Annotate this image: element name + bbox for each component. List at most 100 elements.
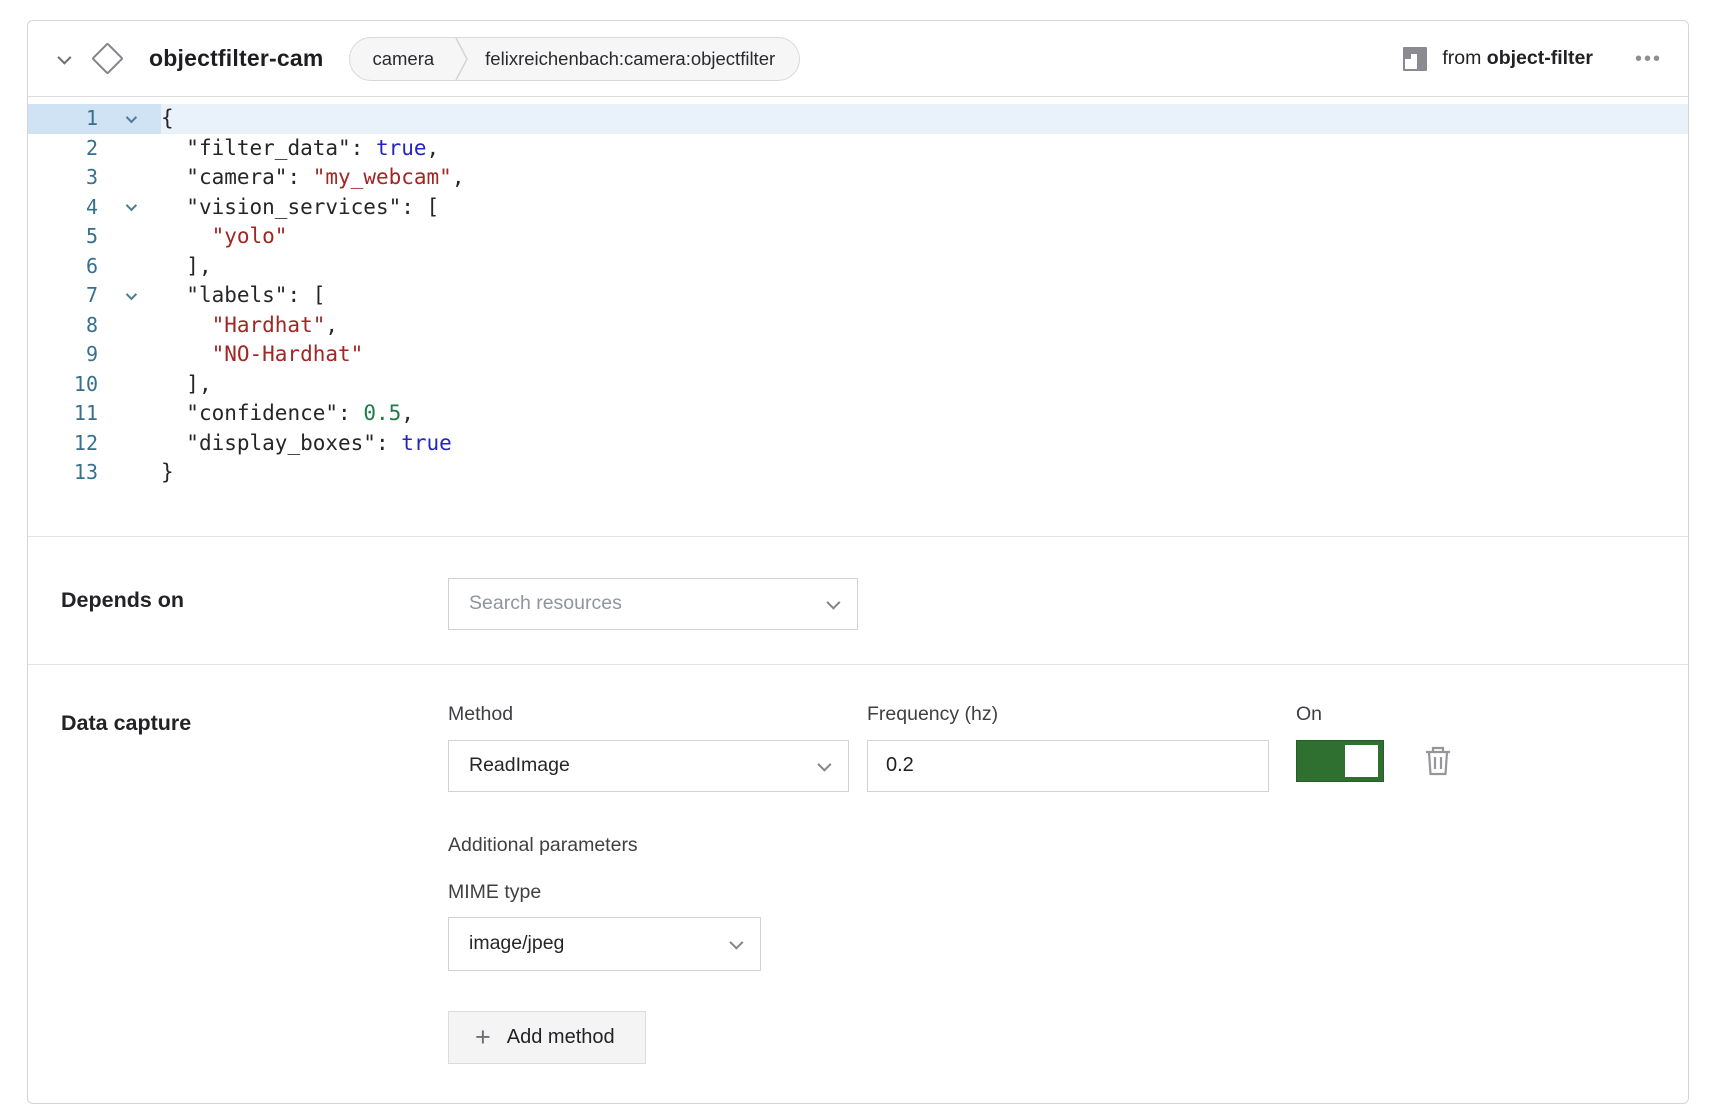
plus-icon: + <box>475 1024 491 1051</box>
capture-toggle-field: On <box>1296 703 1452 782</box>
toggle-on-label: On <box>1296 703 1452 726</box>
depends-on-title: Depends on <box>61 578 448 630</box>
code-token-punct: : [ <box>287 283 325 307</box>
line-number: 8 <box>28 311 98 341</box>
code-gutter: 2 <box>28 134 161 164</box>
code-token-key: "vision_services" <box>186 195 401 219</box>
method-select[interactable]: ReadImage <box>448 740 849 792</box>
resource-name-title: objectfilter-cam <box>149 45 323 72</box>
code-token-num: 0.5 <box>363 401 401 425</box>
code-token-punct: ], <box>186 254 211 278</box>
code-token-plain <box>161 195 186 219</box>
code-token-bool: true <box>376 136 427 160</box>
code-line-text[interactable]: "camera": "my_webcam", <box>161 163 1688 193</box>
fold-chevron-icon[interactable] <box>125 289 136 300</box>
code-gutter: 10 <box>28 370 161 400</box>
code-line-text[interactable]: { <box>161 104 1688 134</box>
code-line-text[interactable]: } <box>161 458 1688 488</box>
code-line[interactable]: 2 "filter_data": true, <box>28 134 1688 164</box>
code-line[interactable]: 12 "display_boxes": true <box>28 429 1688 459</box>
code-line-text[interactable]: "display_boxes": true <box>161 429 1688 459</box>
data-capture-section: Data capture Method ReadImage Frequency … <box>28 665 1688 1098</box>
code-token-plain <box>161 224 212 248</box>
fold-chevron-icon[interactable] <box>125 200 136 211</box>
code-line-text[interactable]: "yolo" <box>161 222 1688 252</box>
fold-cell <box>98 252 161 282</box>
code-line[interactable]: 5 "yolo" <box>28 222 1688 252</box>
line-number: 3 <box>28 163 98 193</box>
code-line[interactable]: 10 ], <box>28 370 1688 400</box>
code-line-text[interactable]: "Hardhat", <box>161 311 1688 341</box>
line-number: 7 <box>28 281 98 311</box>
code-token-str: "Hardhat" <box>212 313 326 337</box>
fold-cell <box>98 370 161 400</box>
code-line[interactable]: 6 ], <box>28 252 1688 282</box>
code-token-str: "my_webcam" <box>313 165 452 189</box>
frequency-field: Frequency (hz) <box>867 703 1269 792</box>
code-line-text[interactable]: "labels": [ <box>161 281 1688 311</box>
code-token-plain <box>161 431 186 455</box>
code-gutter: 5 <box>28 222 161 252</box>
json-attributes-editor[interactable]: 1{2 "filter_data": true,3 "camera": "my_… <box>28 97 1688 537</box>
code-line[interactable]: 4 "vision_services": [ <box>28 193 1688 223</box>
code-token-punct: { <box>161 106 174 130</box>
code-line[interactable]: 7 "labels": [ <box>28 281 1688 311</box>
fold-chevron-icon[interactable] <box>125 112 136 123</box>
chevron-down-icon <box>817 757 831 771</box>
code-token-punct: , <box>325 313 338 337</box>
code-line[interactable]: 1{ <box>28 104 1688 134</box>
depends-on-placeholder: Search resources <box>469 592 622 615</box>
depends-on-select[interactable]: Search resources <box>448 578 858 630</box>
code-line[interactable]: 8 "Hardhat", <box>28 311 1688 341</box>
line-number: 12 <box>28 429 98 459</box>
fold-cell <box>98 340 161 370</box>
frequency-label: Frequency (hz) <box>867 703 1269 726</box>
line-number: 5 <box>28 222 98 252</box>
code-line-text[interactable]: ], <box>161 252 1688 282</box>
frequency-input[interactable] <box>867 740 1269 792</box>
code-token-str: "yolo" <box>212 224 288 248</box>
code-token-plain <box>161 372 186 396</box>
code-line-text[interactable]: "confidence": 0.5, <box>161 399 1688 429</box>
code-line-text[interactable]: "NO-Hardhat" <box>161 340 1688 370</box>
fold-cell <box>98 399 161 429</box>
more-options-icon[interactable]: ••• <box>1635 49 1662 69</box>
collapse-chevron-icon[interactable] <box>57 50 71 64</box>
capture-on-toggle[interactable] <box>1296 740 1384 782</box>
pill-divider-icon <box>454 37 469 81</box>
code-line-text[interactable]: ], <box>161 370 1688 400</box>
fold-cell <box>98 458 161 488</box>
from-label: from <box>1442 47 1481 69</box>
code-line-text[interactable]: "vision_services": [ <box>161 193 1688 223</box>
fold-cell <box>98 163 161 193</box>
line-number: 10 <box>28 370 98 400</box>
code-token-punct: , <box>401 401 414 425</box>
code-line[interactable]: 13} <box>28 458 1688 488</box>
fold-cell <box>98 193 161 223</box>
code-token-punct: : <box>287 165 312 189</box>
mime-type-select[interactable]: image/jpeg <box>448 917 761 971</box>
code-line[interactable]: 11 "confidence": 0.5, <box>28 399 1688 429</box>
code-token-key: "filter_data" <box>186 136 350 160</box>
code-line-text[interactable]: "filter_data": true, <box>161 134 1688 164</box>
code-gutter: 3 <box>28 163 161 193</box>
code-token-str: "NO-Hardhat" <box>212 342 364 366</box>
code-line[interactable]: 3 "camera": "my_webcam", <box>28 163 1688 193</box>
fold-cell <box>98 429 161 459</box>
code-gutter: 9 <box>28 340 161 370</box>
fold-cell <box>98 104 161 134</box>
add-method-button[interactable]: + Add method <box>448 1011 646 1064</box>
component-diamond-icon <box>91 42 124 75</box>
module-registry-icon <box>1402 46 1428 72</box>
mime-type-label: MIME type <box>448 881 1452 904</box>
chevron-down-icon <box>729 935 743 949</box>
code-token-key: "display_boxes" <box>186 431 376 455</box>
module-name-link[interactable]: object-filter <box>1487 47 1593 69</box>
delete-method-button[interactable] <box>1424 745 1452 777</box>
line-number: 2 <box>28 134 98 164</box>
line-number: 6 <box>28 252 98 282</box>
code-gutter: 6 <box>28 252 161 282</box>
code-line[interactable]: 9 "NO-Hardhat" <box>28 340 1688 370</box>
code-token-punct: : <box>376 431 401 455</box>
code-token-plain <box>161 342 212 366</box>
